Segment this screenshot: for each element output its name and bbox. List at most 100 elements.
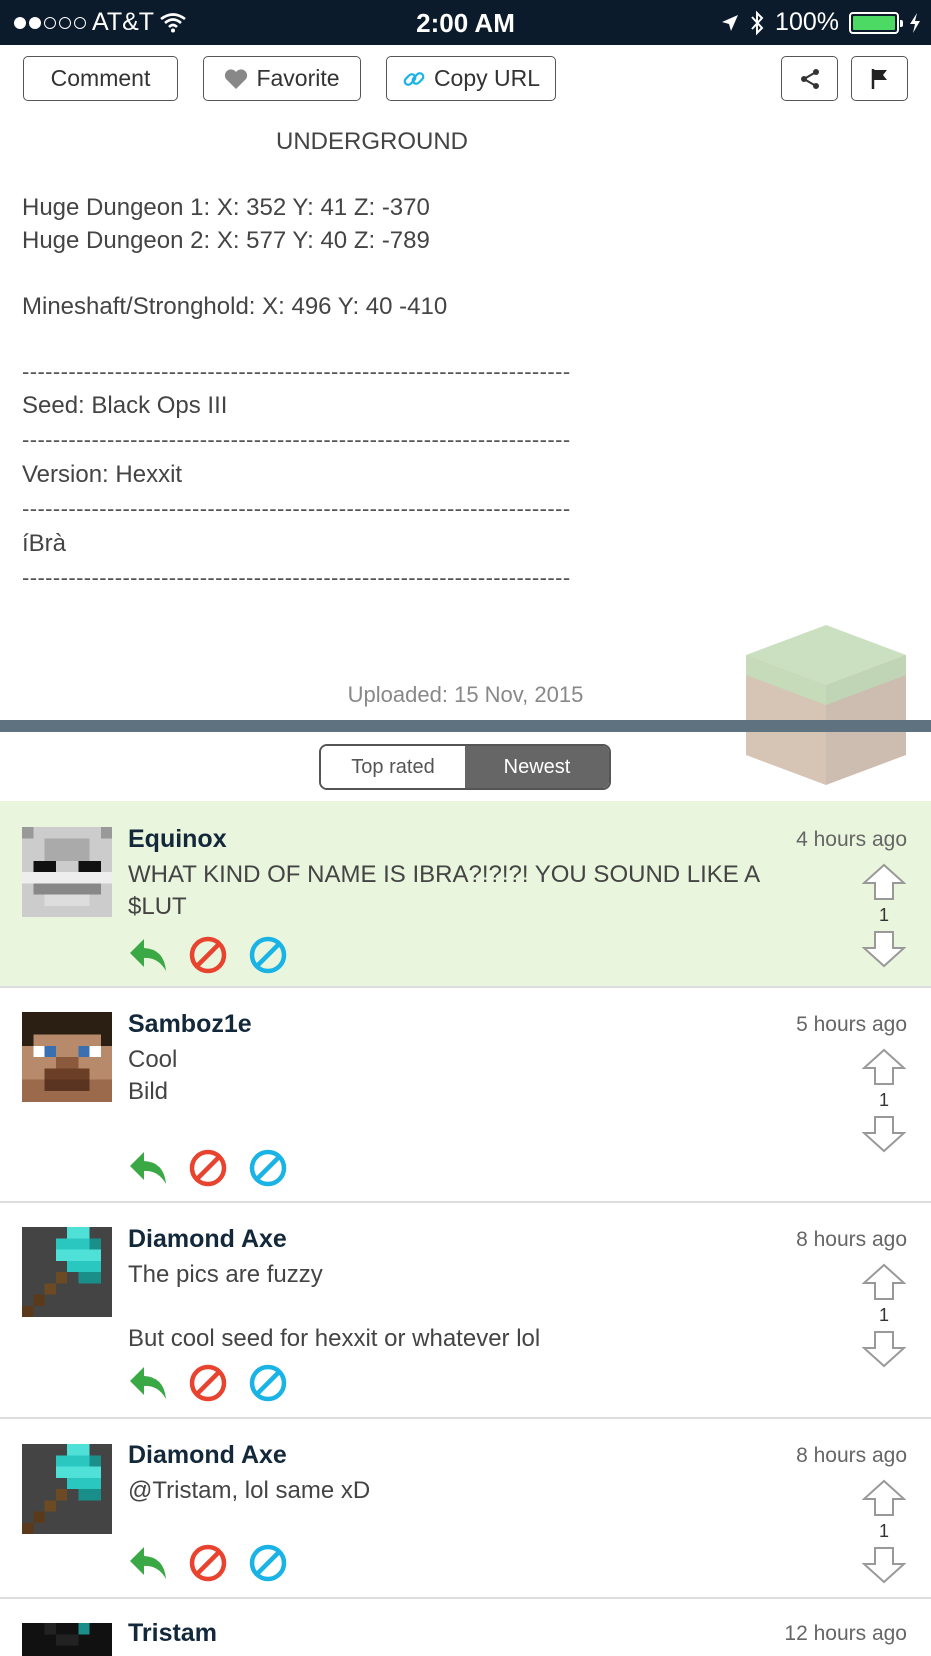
vote-widget: 1	[861, 1263, 907, 1368]
upload-date: Uploaded: 15 Nov, 2015	[347, 682, 584, 707]
vote-widget: 1	[861, 863, 907, 968]
vote-widget: 1	[861, 1479, 907, 1584]
comment-time: 8 hours ago	[796, 1228, 907, 1251]
comment-text: WHAT KIND OF NAME IS IBRA?!?!?! YOU SOUN…	[128, 859, 760, 923]
link-icon	[403, 71, 425, 86]
comment-text-line: Bild	[128, 1078, 169, 1105]
location-arrow-icon	[722, 14, 739, 31]
battery-percent: 100%	[775, 8, 839, 36]
comment-author[interactable]: Samboz1e	[128, 1010, 252, 1039]
comment-text-line: Cool	[128, 1046, 178, 1073]
comment-author[interactable]: Diamond Axe	[128, 1441, 287, 1470]
report-icon[interactable]	[188, 1363, 228, 1403]
vote-count: 1	[878, 1090, 889, 1110]
vote-widget: 1	[861, 1048, 907, 1153]
vote-count: 1	[878, 1521, 889, 1541]
description-line: Version: Hexxit	[22, 461, 183, 488]
avatar-diamond-axe[interactable]	[22, 1444, 112, 1534]
bluetooth-icon	[751, 10, 764, 35]
report-flag-button[interactable]	[851, 56, 908, 101]
comment-time: 12 hours ago	[784, 1622, 907, 1645]
copy-url-button-label: Copy URL	[433, 65, 541, 91]
comment-button[interactable]: Comment	[23, 56, 178, 101]
reply-arrow-icon[interactable]	[128, 1365, 168, 1401]
comment-item: Diamond Axe 8 hours ago @Tristam, lol sa…	[0, 1419, 931, 1599]
comment-actions	[128, 1148, 288, 1188]
comment-actions	[128, 935, 288, 975]
favorite-button-label: Favorite	[256, 65, 340, 91]
status-bar: AT&T 2:00 AM 100%	[0, 0, 931, 45]
block-icon[interactable]	[248, 1148, 288, 1188]
share-button[interactable]	[781, 56, 838, 101]
comment-text-line: @Tristam, lol same xD	[128, 1477, 371, 1504]
comment-text: Cool Bild	[128, 1044, 177, 1108]
flag-icon	[871, 68, 887, 89]
battery-icon	[849, 11, 903, 34]
report-icon[interactable]	[188, 1543, 228, 1583]
status-right: 100%	[721, 0, 921, 45]
arrow-up-icon[interactable]	[862, 1479, 906, 1517]
arrow-up-icon[interactable]	[862, 1048, 906, 1086]
description-line: Huge Dungeon 2: X: 577 Y: 40 Z: -789	[22, 227, 430, 254]
sort-segmented-control: Top rated Newest	[319, 744, 611, 790]
vote-count: 1	[878, 905, 889, 925]
description-line: Huge Dungeon 1: X: 352 Y: 41 Z: -370	[22, 194, 430, 221]
separator: ----------------------------------------…	[22, 427, 571, 452]
charging-bolt-icon	[910, 12, 920, 33]
sort-top-rated[interactable]: Top rated	[321, 746, 465, 788]
comment-time: 8 hours ago	[796, 1444, 907, 1467]
reply-arrow-icon[interactable]	[128, 1150, 168, 1186]
report-icon[interactable]	[188, 935, 228, 975]
description-line: íBrà	[22, 530, 67, 557]
separator: ----------------------------------------…	[22, 565, 571, 590]
block-icon[interactable]	[248, 1543, 288, 1583]
arrow-up-icon[interactable]	[862, 1263, 906, 1301]
comment-button-label: Comment	[50, 65, 151, 91]
share-icon	[800, 68, 819, 89]
description-line: Seed: Black Ops III	[22, 392, 228, 419]
avatar-steve[interactable]	[22, 1012, 112, 1102]
comment-item: Equinox 4 hours ago WHAT KIND OF NAME IS…	[0, 801, 931, 988]
comment-author[interactable]: Equinox	[128, 825, 227, 854]
arrow-down-icon[interactable]	[862, 1546, 906, 1584]
comment-text-line: The pics are fuzzy	[128, 1261, 323, 1288]
arrow-down-icon[interactable]	[862, 1330, 906, 1368]
block-icon[interactable]	[248, 935, 288, 975]
description-heading: UNDERGROUND	[276, 128, 468, 155]
comment-item: Tristam 12 hours ago	[0, 1599, 931, 1656]
comment-actions	[128, 1543, 288, 1583]
avatar-diamond-axe[interactable]	[22, 1227, 112, 1317]
comment-text: The pics are fuzzy But cool seed for hex…	[128, 1259, 540, 1355]
avatar-skeleton[interactable]	[22, 827, 112, 917]
comment-author[interactable]: Tristam	[128, 1619, 217, 1648]
heart-icon	[225, 68, 248, 89]
arrow-up-icon[interactable]	[862, 863, 906, 901]
separator: ----------------------------------------…	[22, 496, 571, 521]
report-icon[interactable]	[188, 1148, 228, 1188]
comment-actions	[128, 1363, 288, 1403]
arrow-down-icon[interactable]	[862, 1115, 906, 1153]
comment-author[interactable]: Diamond Axe	[128, 1225, 287, 1254]
reply-arrow-icon[interactable]	[128, 937, 168, 973]
copy-url-button[interactable]: Copy URL	[386, 56, 556, 101]
section-divider	[0, 720, 931, 732]
avatar-tristam[interactable]	[22, 1623, 112, 1656]
sort-newest[interactable]: Newest	[465, 746, 609, 788]
reply-arrow-icon[interactable]	[128, 1545, 168, 1581]
separator: ----------------------------------------…	[22, 359, 571, 384]
comment-text: @Tristam, lol same xD	[128, 1475, 370, 1507]
favorite-button[interactable]: Favorite	[203, 56, 361, 101]
comment-time: 4 hours ago	[796, 828, 907, 851]
block-icon[interactable]	[248, 1363, 288, 1403]
vote-count: 1	[878, 1305, 889, 1325]
comment-item: Samboz1e 5 hours ago Cool Bild 1	[0, 988, 931, 1203]
comment-text-line: WHAT KIND OF NAME IS IBRA?!?!?! YOU SOUN…	[128, 861, 761, 888]
action-toolbar: Comment Favorite Copy URL	[0, 56, 931, 102]
description-line: Mineshaft/Stronghold: X: 496 Y: 40 -410	[22, 293, 448, 320]
comment-time: 5 hours ago	[796, 1013, 907, 1036]
comment-item: Diamond Axe 8 hours ago The pics are fuz…	[0, 1203, 931, 1419]
comment-text-line	[128, 1291, 540, 1323]
comment-text-line: $LUT	[128, 893, 187, 920]
arrow-down-icon[interactable]	[862, 930, 906, 968]
comment-text-line: But cool seed for hexxit or whatever lol	[128, 1325, 541, 1352]
